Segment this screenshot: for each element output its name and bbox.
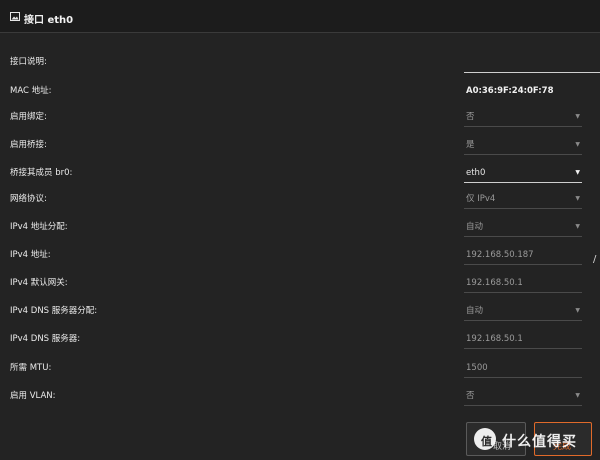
field-underline xyxy=(464,182,582,183)
enable-bonding-label: 启用绑定: xyxy=(10,112,47,122)
row-mtu: 所需 MTU: 1500 xyxy=(0,362,600,390)
caret-down-icon: ▼ xyxy=(575,195,580,202)
enable-bridging-select[interactable]: 是 ▼ xyxy=(464,139,582,155)
ipv4-gateway-label: IPv4 默认网关: xyxy=(10,278,68,288)
prefix-separator: / xyxy=(593,254,597,265)
page-title: 接口 eth0 xyxy=(24,15,74,26)
field-underline xyxy=(464,405,582,406)
row-dns-server: IPv4 DNS 服务器: 192.168.50.1 xyxy=(0,333,600,361)
watermark-text: 什么值得买 xyxy=(502,434,577,450)
dns-allocation-select[interactable]: 自动 ▼ xyxy=(464,305,582,321)
mtu-value: 1500 xyxy=(466,363,488,373)
ipv4-address-input[interactable]: 192.168.50.187 xyxy=(464,249,582,265)
enable-vlan-select[interactable]: 否 ▼ xyxy=(464,390,582,406)
row-ipv4-gateway: IPv4 默认网关: 192.168.50.1 xyxy=(0,277,600,305)
row-mac-address: MAC 地址: A0:36:9F:24:0F:78 xyxy=(0,85,600,113)
watermark: 值 什么值得买 xyxy=(470,426,600,456)
enable-bonding-select[interactable]: 否 ▼ xyxy=(464,111,582,127)
mac-address-label: MAC 地址: xyxy=(10,86,52,96)
caret-down-icon: ▼ xyxy=(575,223,580,230)
mtu-input[interactable]: 1500 xyxy=(464,362,582,378)
ipv4-address-value: 192.168.50.187 xyxy=(466,250,534,260)
caret-down-icon: ▼ xyxy=(575,113,580,120)
ipv4-address-label: IPv4 地址: xyxy=(10,250,51,260)
enable-vlan-value: 否 xyxy=(466,391,475,401)
enable-bridging-label: 启用桥接: xyxy=(10,140,47,150)
field-underline xyxy=(464,154,582,155)
row-ipv4-allocation: IPv4 地址分配: 自动 ▼ xyxy=(0,221,600,249)
ipv4-allocation-select[interactable]: 自动 ▼ xyxy=(464,221,582,237)
dns-server-value: 192.168.50.1 xyxy=(466,334,523,344)
enable-bonding-value: 否 xyxy=(466,112,475,122)
caret-down-icon: ▼ xyxy=(575,141,580,148)
bridge-member-select[interactable]: eth0 ▼ xyxy=(464,167,582,183)
row-enable-vlan: 启用 VLAN: 否 ▼ xyxy=(0,390,600,418)
field-underline xyxy=(464,377,582,378)
network-protocol-select[interactable]: 仅 IPv4 ▼ xyxy=(464,193,582,209)
caret-down-icon: ▼ xyxy=(575,307,580,314)
enable-vlan-label: 启用 VLAN: xyxy=(10,391,56,401)
row-enable-bonding: 启用绑定: 否 ▼ xyxy=(0,111,600,139)
row-enable-bridging: 启用桥接: 是 ▼ xyxy=(0,139,600,167)
row-bridge-member: 桥接其成员 br0: eth0 ▼ xyxy=(0,167,600,195)
mtu-label: 所需 MTU: xyxy=(10,363,52,373)
caret-down-icon: ▼ xyxy=(575,392,580,399)
field-underline xyxy=(464,126,582,127)
row-ipv4-address: IPv4 地址: 192.168.50.187 xyxy=(0,249,600,277)
bridge-member-value: eth0 xyxy=(466,168,486,178)
field-underline xyxy=(464,208,582,209)
network-protocol-label: 网络协议: xyxy=(10,194,47,204)
row-network-protocol: 网络协议: 仅 IPv4 ▼ xyxy=(0,193,600,221)
bridge-member-label: 桥接其成员 br0: xyxy=(10,168,73,178)
title-bar: 接口 eth0 xyxy=(0,0,600,33)
image-icon xyxy=(10,12,20,21)
watermark-logo: 值 xyxy=(474,428,496,450)
caret-down-icon: ▼ xyxy=(575,169,580,176)
field-underline xyxy=(464,292,582,293)
enable-bridging-value: 是 xyxy=(466,140,475,150)
interface-description-label: 接口说明: xyxy=(10,57,47,67)
ipv4-gateway-value: 192.168.50.1 xyxy=(466,278,523,288)
ipv4-allocation-label: IPv4 地址分配: xyxy=(10,222,68,232)
field-underline xyxy=(464,348,582,349)
watermark-logo-text: 值 xyxy=(481,435,492,448)
dns-allocation-value: 自动 xyxy=(466,306,484,316)
dns-allocation-label: IPv4 DNS 服务器分配: xyxy=(10,306,98,316)
field-underline xyxy=(464,320,582,321)
mac-address-value: A0:36:9F:24:0F:78 xyxy=(466,86,554,96)
dns-server-input[interactable]: 192.168.50.1 xyxy=(464,333,582,349)
ipv4-gateway-input[interactable]: 192.168.50.1 xyxy=(464,277,582,293)
interface-description-input[interactable] xyxy=(464,56,600,72)
row-dns-allocation: IPv4 DNS 服务器分配: 自动 ▼ xyxy=(0,305,600,333)
row-interface-description: 接口说明: xyxy=(0,56,600,84)
field-underline xyxy=(464,236,582,237)
ipv4-allocation-value: 自动 xyxy=(466,222,484,232)
field-underline xyxy=(464,264,582,265)
network-protocol-value: 仅 IPv4 xyxy=(466,194,496,204)
dns-server-label: IPv4 DNS 服务器: xyxy=(10,334,81,344)
mac-address-field: A0:36:9F:24:0F:78 xyxy=(466,85,580,101)
